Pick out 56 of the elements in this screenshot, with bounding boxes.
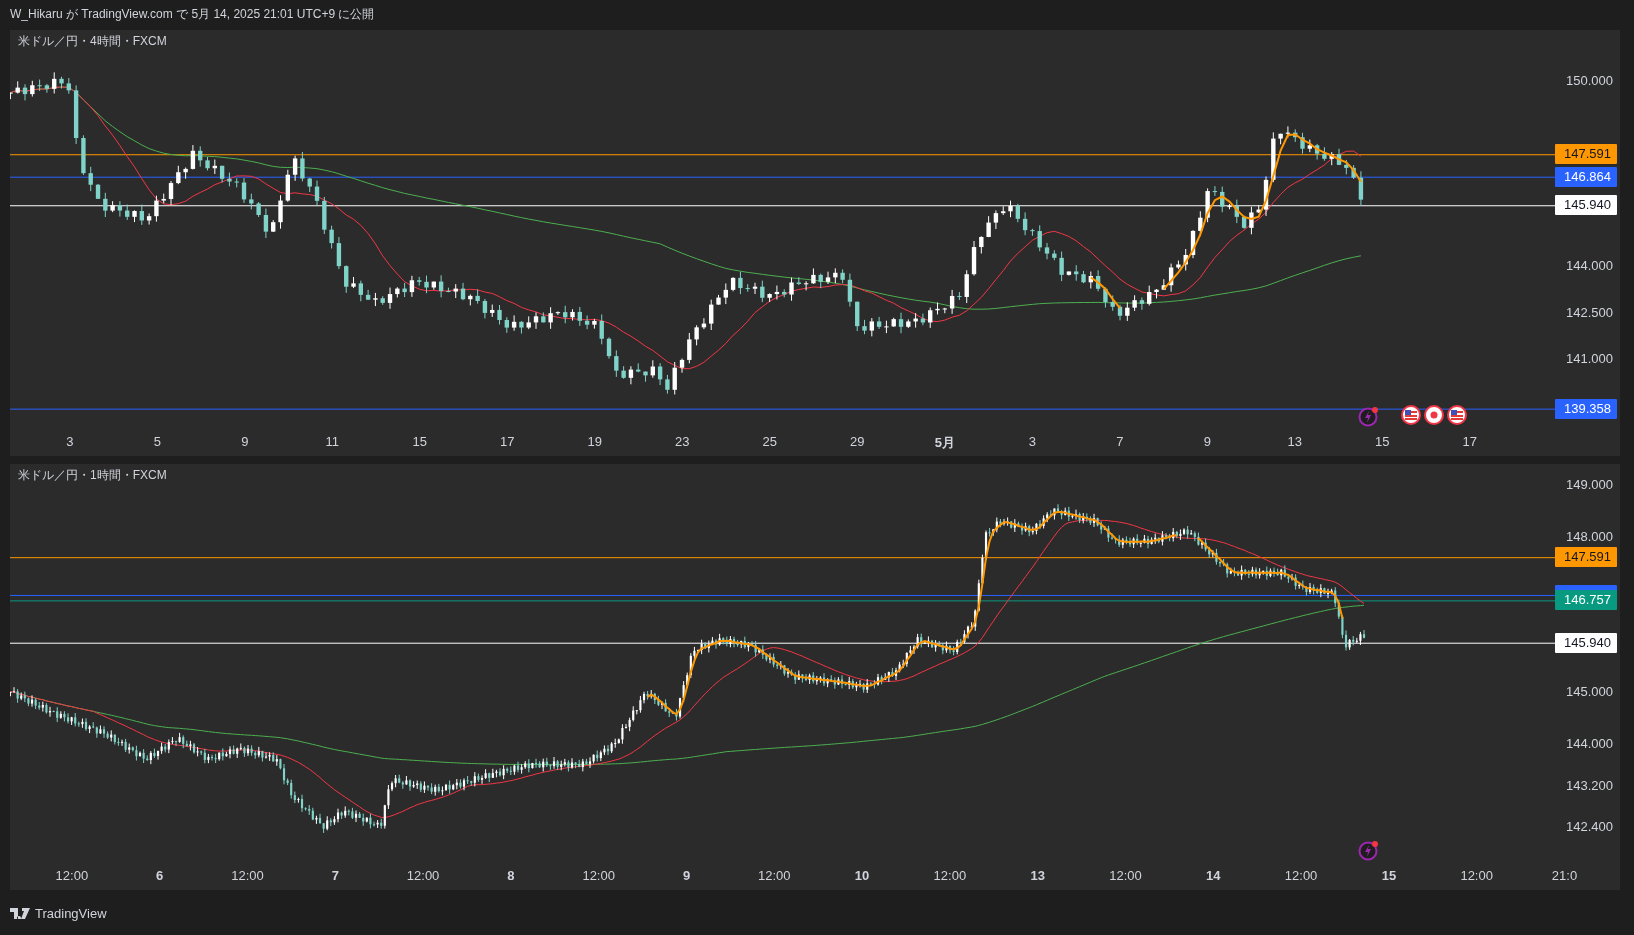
time-axis-label: 5月 bbox=[934, 433, 955, 452]
price-axis-label: 142.400 bbox=[1566, 818, 1613, 834]
time-axis-label: 15 bbox=[412, 433, 428, 449]
price-axis-label: 144.000 bbox=[1566, 735, 1613, 751]
time-axis-label: 15 bbox=[1381, 867, 1397, 883]
price-tag: 146.757 bbox=[1555, 590, 1617, 611]
price-tag: 139.358 bbox=[1555, 398, 1617, 419]
time-axis-label: 7 bbox=[1116, 433, 1124, 449]
price-axis-label: 149.000 bbox=[1566, 476, 1613, 492]
brand-name: TradingView bbox=[35, 905, 107, 921]
time-axis-label: 19 bbox=[587, 433, 603, 449]
time-axis-label: 11 bbox=[325, 433, 340, 449]
price-tag: 146.864 bbox=[1555, 166, 1617, 187]
time-axis-label: 14 bbox=[1206, 867, 1221, 883]
time-axis-label: 13 bbox=[1030, 867, 1045, 883]
time-axis-label: 12:00 bbox=[582, 867, 615, 883]
time-axis-label: 12:00 bbox=[406, 867, 440, 883]
price-axis-label: 145.000 bbox=[1566, 683, 1613, 699]
time-axis-label: 12:00 bbox=[933, 867, 967, 883]
time-axis-label: 12:00 bbox=[1284, 867, 1318, 883]
chart-title: 米ドル／円・1時間・FXCM bbox=[18, 466, 167, 484]
time-axis-label: 17 bbox=[500, 433, 515, 449]
chart-title: 米ドル／円・4時間・FXCM bbox=[18, 32, 167, 50]
time-axis-label: 7 bbox=[331, 867, 339, 883]
time-axis-label: 8 bbox=[507, 867, 515, 883]
time-axis-label: 9 bbox=[241, 433, 249, 449]
time-axis-label: 25 bbox=[762, 433, 778, 449]
price-axis-label: 143.200 bbox=[1566, 777, 1613, 793]
price-tag: 147.591 bbox=[1555, 144, 1617, 165]
time-axis-label: 29 bbox=[850, 433, 865, 449]
price-axis-label: 150.000 bbox=[1566, 72, 1613, 88]
time-axis-label: 12:00 bbox=[1460, 867, 1493, 883]
time-axis-label: 21:0 bbox=[1551, 867, 1578, 883]
time-axis-label: 10 bbox=[854, 867, 870, 883]
time-axis-label: 3 bbox=[1028, 433, 1036, 449]
time-axis-label: 3 bbox=[66, 433, 74, 449]
time-axis-label: 5 bbox=[153, 433, 161, 449]
time-axis-label: 13 bbox=[1287, 433, 1303, 449]
time-axis-label: 12:00 bbox=[758, 867, 791, 883]
time-axis-label: 15 bbox=[1375, 433, 1390, 449]
time-axis-label: 17 bbox=[1462, 433, 1478, 449]
time-axis-label: 9 bbox=[682, 867, 691, 883]
price-axis-label: 144.000 bbox=[1566, 257, 1613, 273]
time-axis-label: 23 bbox=[675, 433, 690, 449]
price-axis-label: 142.500 bbox=[1566, 304, 1613, 320]
price-axis-label: 148.000 bbox=[1566, 528, 1613, 544]
time-axis-label: 12:00 bbox=[55, 867, 89, 883]
publish-info: W_Hikaru が TradingView.com で 5月 14, 2025 21:01 UTC+9 に公開 bbox=[10, 6, 375, 24]
price-tag: 145.940 bbox=[1555, 195, 1617, 216]
price-tag: 147.591 bbox=[1555, 547, 1617, 568]
price-axis-label: 141.000 bbox=[1566, 350, 1613, 366]
time-axis-label: 6 bbox=[156, 867, 164, 883]
time-axis-label: 9 bbox=[1203, 433, 1211, 449]
time-axis-label: 12:00 bbox=[1109, 867, 1142, 883]
time-axis-label: 12:00 bbox=[231, 867, 264, 883]
price-tag: 145.940 bbox=[1555, 632, 1617, 653]
